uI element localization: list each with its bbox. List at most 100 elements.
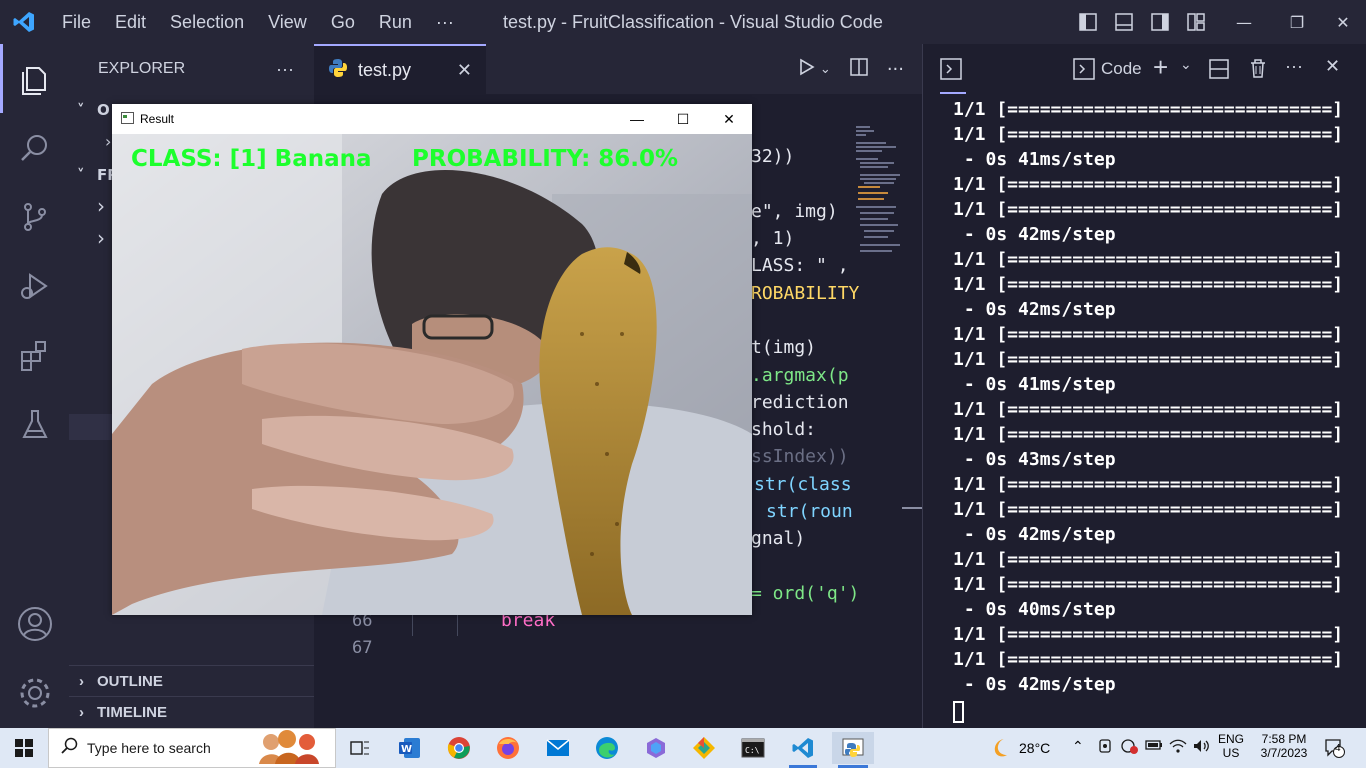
close-window-icon[interactable]: ✕ xyxy=(1320,0,1366,44)
extensions-icon[interactable] xyxy=(0,320,69,389)
code-fragment: e", img) xyxy=(751,201,838,222)
weather-moon-icon[interactable] xyxy=(980,732,1020,764)
toggle-primary-sidebar-icon[interactable] xyxy=(1070,0,1106,44)
testing-flask-icon[interactable] xyxy=(0,389,69,458)
tray-status-icon[interactable] xyxy=(1120,738,1138,757)
trash-icon[interactable] xyxy=(1247,57,1269,84)
edge-icon[interactable] xyxy=(587,732,627,764)
probability-label: PROBABILITY: 86.0% xyxy=(412,146,679,172)
input-language[interactable]: ENG US xyxy=(1214,732,1248,760)
chevron-up-icon[interactable]: ⌃ xyxy=(1072,738,1084,755)
toggle-panel-icon[interactable] xyxy=(1106,0,1142,44)
maximize-icon[interactable]: ☐ xyxy=(660,104,706,134)
code-fragment: .argmax(p xyxy=(751,365,849,386)
window-title: test.py - FruitClassification - Visual S… xyxy=(503,12,883,32)
taskbar-search-box[interactable]: Type here to search xyxy=(48,728,336,768)
explorer-more-button[interactable]: ··· xyxy=(276,59,294,80)
terminal-line: 1/1 [==============================] xyxy=(953,399,1344,420)
terminal-line: 1/1 [==============================] xyxy=(953,174,1344,195)
volume-icon[interactable] xyxy=(1192,738,1210,757)
editor-tabs: test.py ✕ ⌄ ··· xyxy=(314,44,922,94)
python-window-taskbar-icon[interactable] xyxy=(832,732,874,768)
close-panel-icon[interactable]: ✕ xyxy=(1325,56,1340,77)
terminal-line: - 0s 43ms/step xyxy=(953,449,1116,470)
chevron-right-icon[interactable]: › xyxy=(105,132,111,151)
chevron-right-icon: › xyxy=(79,672,84,690)
search-icon[interactable] xyxy=(0,113,69,182)
code-fragment: shold: xyxy=(751,419,817,440)
split-editor-icon[interactable] xyxy=(849,57,869,81)
manage-gear-icon[interactable] xyxy=(0,658,69,727)
terminal-profile-icon[interactable] xyxy=(1073,58,1095,85)
new-terminal-icon[interactable]: + xyxy=(1153,52,1168,83)
notification-center-icon[interactable]: 4 xyxy=(1324,738,1346,761)
windows-start-icon[interactable] xyxy=(4,732,44,764)
code-fragment: = ord('q') xyxy=(751,583,860,604)
restore-icon[interactable]: ❐ xyxy=(1274,0,1320,44)
toggle-secondary-sidebar-icon[interactable] xyxy=(1142,0,1178,44)
activity-bar xyxy=(0,44,69,728)
menu-view[interactable]: View xyxy=(256,12,319,33)
tab-label: test.py xyxy=(358,59,412,80)
mail-icon[interactable] xyxy=(538,732,578,764)
chevron-right-icon[interactable]: › xyxy=(97,226,105,250)
terminal-line: 1/1 [==============================] xyxy=(953,499,1344,520)
result-titlebar[interactable]: Result — ☐ ✕ xyxy=(112,104,752,134)
menu-run[interactable]: Run xyxy=(367,12,424,33)
menu-go[interactable]: Go xyxy=(319,12,367,33)
word-icon[interactable]: W xyxy=(390,732,430,764)
weather-temperature[interactable]: 28°C xyxy=(1019,740,1050,756)
terminal-name[interactable]: Code xyxy=(1101,59,1142,79)
menu-edit[interactable]: Edit xyxy=(103,12,158,33)
outline-section[interactable]: › OUTLINE xyxy=(69,665,314,696)
terminal-line: 1/1 [==============================] xyxy=(953,124,1344,145)
tab-test-py[interactable]: test.py ✕ xyxy=(314,44,486,94)
result-window[interactable]: Result — ☐ ✕ CLASS: [1] Banana PROBABILI… xyxy=(112,104,752,615)
clock-date: 3/7/2023 xyxy=(1260,746,1308,760)
firefox-icon[interactable] xyxy=(488,732,528,764)
explorer-title: EXPLORER xyxy=(98,60,186,77)
chevron-down-icon[interactable]: ⌄ xyxy=(1180,56,1192,73)
chrome-icon[interactable] xyxy=(439,732,479,764)
copilot-app-icon[interactable] xyxy=(636,732,676,764)
clock[interactable]: 7:58 PM 3/7/2023 xyxy=(1254,732,1314,760)
accounts-icon[interactable] xyxy=(0,589,69,658)
chevron-down-icon[interactable]: ⌄ xyxy=(820,62,831,77)
terminal-tab-icon[interactable] xyxy=(940,58,962,85)
chevron-right-icon: › xyxy=(79,703,84,721)
panel-more-icon[interactable]: ··· xyxy=(1285,56,1303,77)
search-placeholder: Type here to search xyxy=(87,740,211,756)
source-control-icon[interactable] xyxy=(0,182,69,251)
minimize-icon[interactable]: — xyxy=(614,104,660,134)
task-view-icon[interactable] xyxy=(340,732,380,764)
tab-close-icon[interactable]: ✕ xyxy=(457,60,472,81)
battery-icon[interactable] xyxy=(1145,738,1163,755)
terminal-line: 1/1 [==============================] xyxy=(953,99,1344,120)
run-debug-icon[interactable] xyxy=(0,251,69,320)
run-python-file-icon[interactable] xyxy=(796,57,816,81)
terminal-line: 1/1 [==============================] xyxy=(953,199,1344,220)
explorer-icon[interactable] xyxy=(0,44,69,113)
menu-selection[interactable]: Selection xyxy=(158,12,256,33)
close-icon[interactable]: ✕ xyxy=(706,104,752,134)
split-terminal-icon[interactable] xyxy=(1208,58,1230,85)
tray-device-icon[interactable] xyxy=(1097,738,1113,757)
wifi-icon[interactable] xyxy=(1169,738,1187,757)
terminal-line: - 0s 42ms/step xyxy=(953,299,1116,320)
terminal-app-icon[interactable]: C:\ xyxy=(733,732,773,764)
minimap[interactable] xyxy=(852,122,904,292)
app-diamond-icon[interactable] xyxy=(684,732,724,764)
code-fragment: 32)) xyxy=(751,146,795,167)
minimize-icon[interactable]: — xyxy=(1214,0,1274,44)
timeline-section[interactable]: › TIMELINE xyxy=(69,696,314,727)
customize-layout-icon[interactable] xyxy=(1178,0,1214,44)
region-label: US xyxy=(1222,746,1240,760)
sash-handle[interactable] xyxy=(902,507,922,509)
editor-more-icon[interactable]: ··· xyxy=(887,59,904,80)
chevron-right-icon[interactable]: › xyxy=(97,194,105,218)
menu-file[interactable]: File xyxy=(50,12,103,33)
vscode-taskbar-icon[interactable] xyxy=(783,732,823,768)
menu-more[interactable]: ··· xyxy=(424,12,466,33)
terminal-line: 1/1 [==============================] xyxy=(953,249,1344,270)
terminal-cursor xyxy=(953,701,964,723)
